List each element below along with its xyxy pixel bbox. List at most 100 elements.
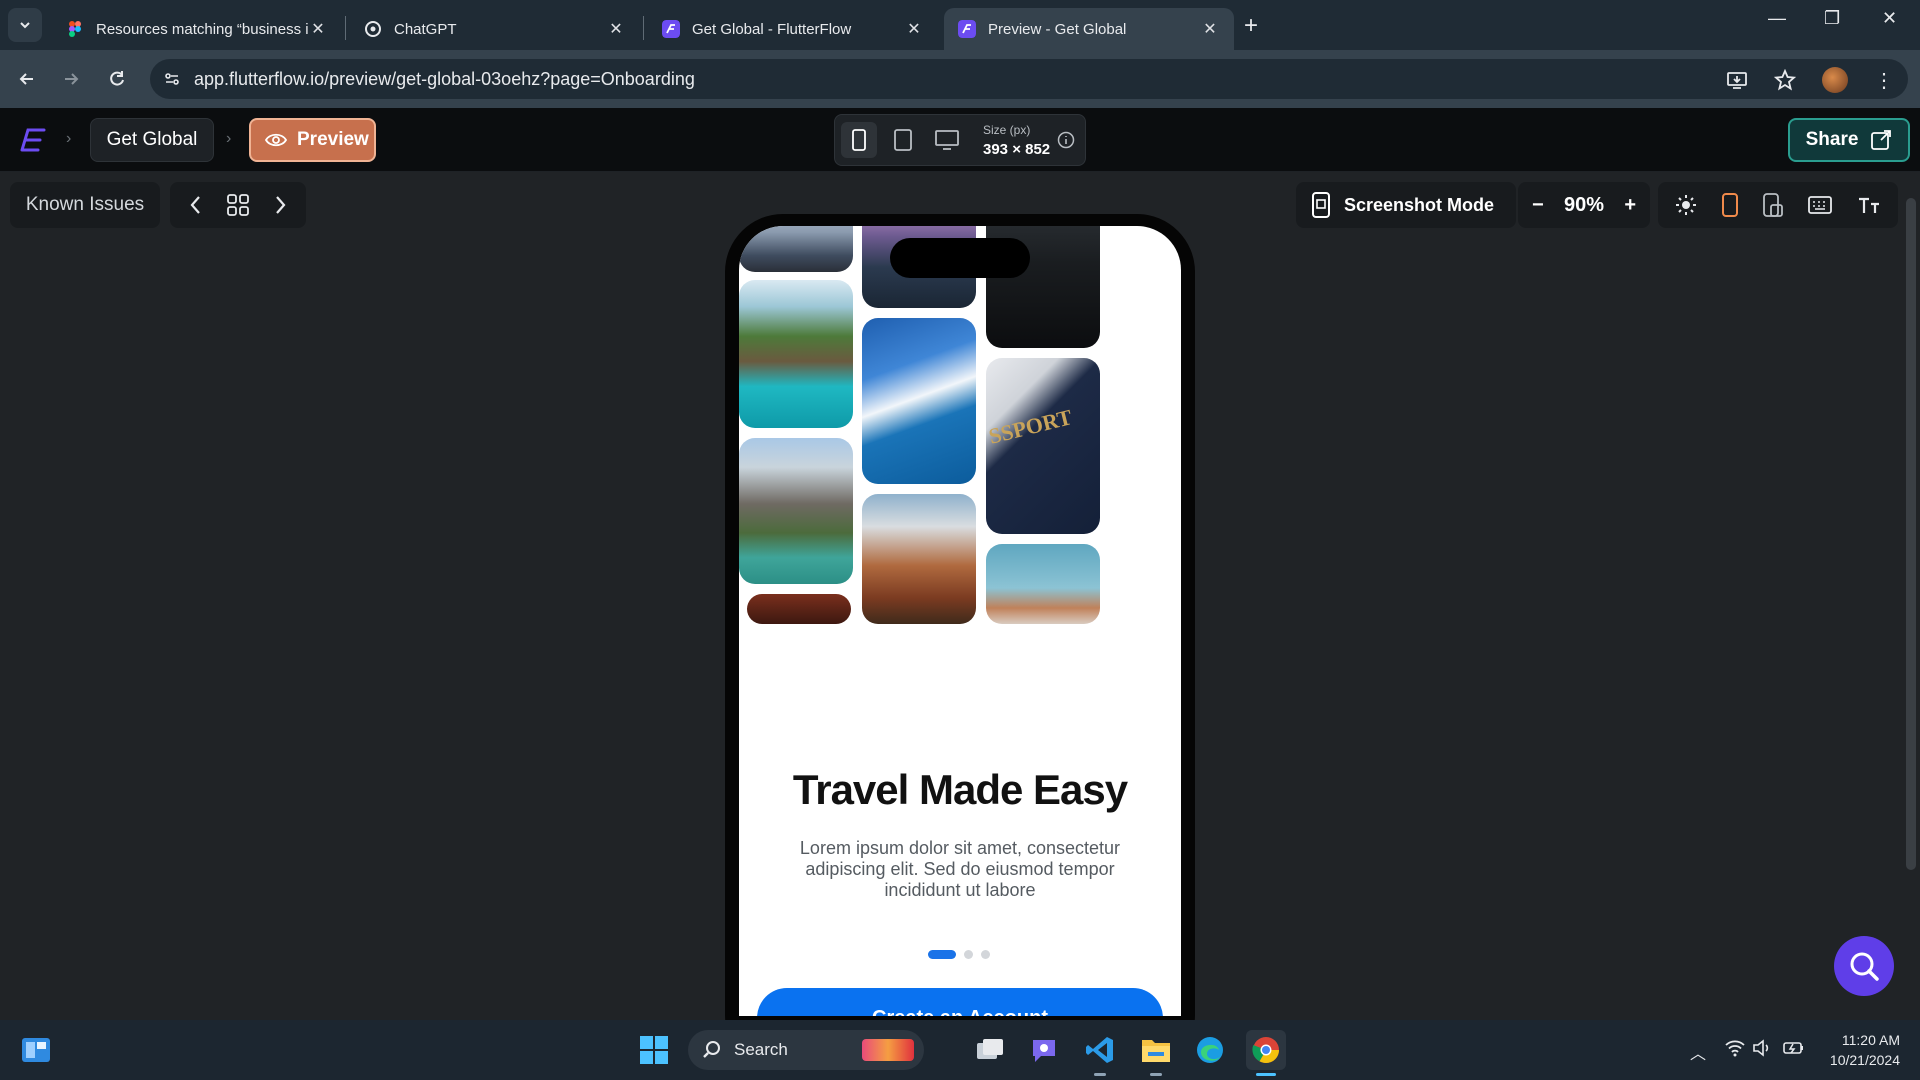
tab-search-button[interactable] bbox=[8, 8, 42, 42]
zoom-control: − 90% + bbox=[1518, 182, 1650, 228]
device-selector: Size (px) 393 × 852 bbox=[834, 114, 1086, 166]
edge-icon[interactable] bbox=[1190, 1030, 1230, 1070]
mountain-lake-image bbox=[739, 438, 853, 584]
portrait-orientation-icon[interactable] bbox=[1721, 193, 1738, 217]
restore-button[interactable]: ❐ bbox=[1824, 8, 1840, 29]
chevron-right-icon[interactable] bbox=[271, 194, 289, 216]
keyboard-icon[interactable] bbox=[1808, 196, 1833, 214]
close-window-button[interactable]: ✕ bbox=[1882, 8, 1897, 29]
share-button[interactable]: Share bbox=[1788, 118, 1910, 162]
chatgpt-icon bbox=[365, 21, 381, 37]
tablet-icon bbox=[894, 129, 912, 151]
breadcrumb-chevron-icon: › bbox=[226, 130, 232, 147]
close-tab-icon[interactable]: ✕ bbox=[606, 19, 626, 39]
eye-icon bbox=[265, 133, 287, 147]
search-icon bbox=[703, 1041, 720, 1058]
create-account-button[interactable]: Create an Account bbox=[757, 988, 1163, 1016]
close-tab-icon[interactable]: ✕ bbox=[308, 19, 328, 39]
taskbar-search-box[interactable]: Search bbox=[688, 1030, 924, 1070]
flutterflow-icon bbox=[662, 20, 680, 38]
task-view-icon[interactable] bbox=[970, 1030, 1010, 1070]
arrow-right-icon bbox=[65, 73, 79, 85]
tablet-device-button[interactable] bbox=[885, 122, 921, 158]
known-issues-button[interactable]: Known Issues bbox=[10, 182, 160, 228]
tab-figma[interactable]: Resources matching “business i ✕ bbox=[52, 8, 342, 50]
profile-avatar[interactable] bbox=[1822, 67, 1848, 93]
widgets-icon[interactable] bbox=[16, 1030, 56, 1070]
zoom-out-button[interactable]: − bbox=[1532, 194, 1544, 217]
chevron-down-icon bbox=[20, 22, 30, 29]
new-tab-button[interactable]: + bbox=[1244, 12, 1258, 40]
battery-icon[interactable] bbox=[1782, 1039, 1806, 1057]
share-label: Share bbox=[1805, 129, 1859, 150]
desktop-icon bbox=[935, 130, 959, 150]
page-indicator bbox=[928, 950, 990, 959]
running-app-indicator bbox=[1150, 1073, 1162, 1076]
grid-icon[interactable] bbox=[226, 193, 250, 217]
airplane-wing-ocean-image bbox=[862, 318, 976, 484]
landscape-orientation-icon[interactable] bbox=[1763, 193, 1783, 217]
wifi-icon[interactable] bbox=[1724, 1039, 1746, 1057]
site-settings-icon[interactable] bbox=[150, 70, 194, 88]
flutterflow-logo-icon[interactable] bbox=[14, 122, 50, 158]
onboarding-screen: SSPORT Travel Made Easy Lorem ipsum dolo… bbox=[739, 226, 1181, 1016]
phone-icon bbox=[852, 129, 866, 151]
volume-icon[interactable] bbox=[1752, 1039, 1774, 1057]
page-indicator-dot[interactable] bbox=[981, 950, 990, 959]
close-tab-icon[interactable]: ✕ bbox=[1200, 19, 1220, 39]
file-explorer-icon[interactable] bbox=[1136, 1030, 1176, 1070]
forward-button[interactable] bbox=[56, 64, 86, 94]
bookmark-star-icon[interactable] bbox=[1774, 69, 1796, 91]
page-indicator-dot[interactable] bbox=[964, 950, 973, 959]
zoom-in-button[interactable]: + bbox=[1624, 194, 1636, 217]
snowy-peaks-image bbox=[986, 544, 1100, 624]
size-label: Size (px) bbox=[983, 123, 1031, 137]
minimize-button[interactable]: — bbox=[1768, 8, 1786, 29]
project-name-button[interactable]: Get Global bbox=[90, 118, 214, 162]
preview-button[interactable]: Preview bbox=[249, 118, 376, 162]
search-highlight-icon bbox=[862, 1039, 914, 1061]
tab-title: Preview - Get Global bbox=[988, 20, 1127, 38]
close-tab-icon[interactable]: ✕ bbox=[904, 19, 924, 39]
tropical-resort-pool-image bbox=[739, 280, 853, 428]
search-fab-button[interactable] bbox=[1834, 936, 1894, 996]
windows-start-icon[interactable] bbox=[634, 1030, 674, 1070]
info-icon[interactable] bbox=[1057, 131, 1075, 149]
address-bar[interactable]: app.flutterflow.io/preview/get-global-03… bbox=[150, 59, 1908, 99]
figma-icon bbox=[69, 21, 81, 37]
search-icon bbox=[1850, 952, 1879, 981]
phone-device-button[interactable] bbox=[841, 122, 877, 158]
zoom-value: 90% bbox=[1563, 193, 1605, 216]
tab-title: Get Global - FlutterFlow bbox=[692, 20, 852, 38]
more-menu-icon[interactable]: ⋮ bbox=[1874, 68, 1894, 93]
canvas-scrollbar[interactable] bbox=[1906, 198, 1916, 870]
chevron-left-icon[interactable] bbox=[187, 194, 205, 216]
page-indicator-dot-active[interactable] bbox=[928, 950, 956, 959]
flutterflow-icon bbox=[958, 20, 976, 38]
windows-taskbar: Search ︿ 11:20 AM 10/21/2024 bbox=[0, 1020, 1920, 1080]
breadcrumb-chevron-icon: › bbox=[66, 130, 72, 147]
external-link-icon bbox=[1871, 130, 1892, 150]
sun-icon[interactable] bbox=[1675, 194, 1697, 216]
show-hidden-icons-chevron-icon[interactable]: ︿ bbox=[1690, 1040, 1706, 1064]
desktop-device-button[interactable] bbox=[929, 122, 965, 158]
vscode-icon[interactable] bbox=[1080, 1030, 1120, 1070]
size-value: 393 × 852 bbox=[983, 141, 1051, 158]
chrome-icon[interactable] bbox=[1246, 1030, 1286, 1070]
back-button[interactable] bbox=[12, 64, 42, 94]
teams-chat-icon[interactable] bbox=[1024, 1030, 1064, 1070]
phone-frame: SSPORT Travel Made Easy Lorem ipsum dolo… bbox=[725, 214, 1195, 1074]
install-app-icon[interactable] bbox=[1726, 69, 1748, 91]
tab-flutterflow[interactable]: Get Global - FlutterFlow ✕ bbox=[648, 8, 938, 50]
onboarding-description: Lorem ipsum dolor sit amet, consectetur … bbox=[799, 838, 1121, 900]
text-size-icon[interactable] bbox=[1857, 195, 1881, 215]
system-clock[interactable]: 11:20 AM 10/21/2024 bbox=[1818, 1030, 1900, 1070]
browser-tab-bar: Resources matching “business i ✕ ChatGPT… bbox=[0, 0, 1920, 50]
tab-preview-get-global[interactable]: Preview - Get Global ✕ bbox=[944, 8, 1234, 50]
screenshot-mode-button[interactable]: Screenshot Mode bbox=[1296, 182, 1516, 228]
passport-image: SSPORT bbox=[986, 358, 1100, 534]
tab-chatgpt[interactable]: ChatGPT ✕ bbox=[350, 8, 640, 50]
coastal-cliffs-image bbox=[739, 226, 853, 272]
passport-lettering: SSPORT bbox=[986, 404, 1075, 449]
reload-button[interactable] bbox=[102, 64, 132, 94]
